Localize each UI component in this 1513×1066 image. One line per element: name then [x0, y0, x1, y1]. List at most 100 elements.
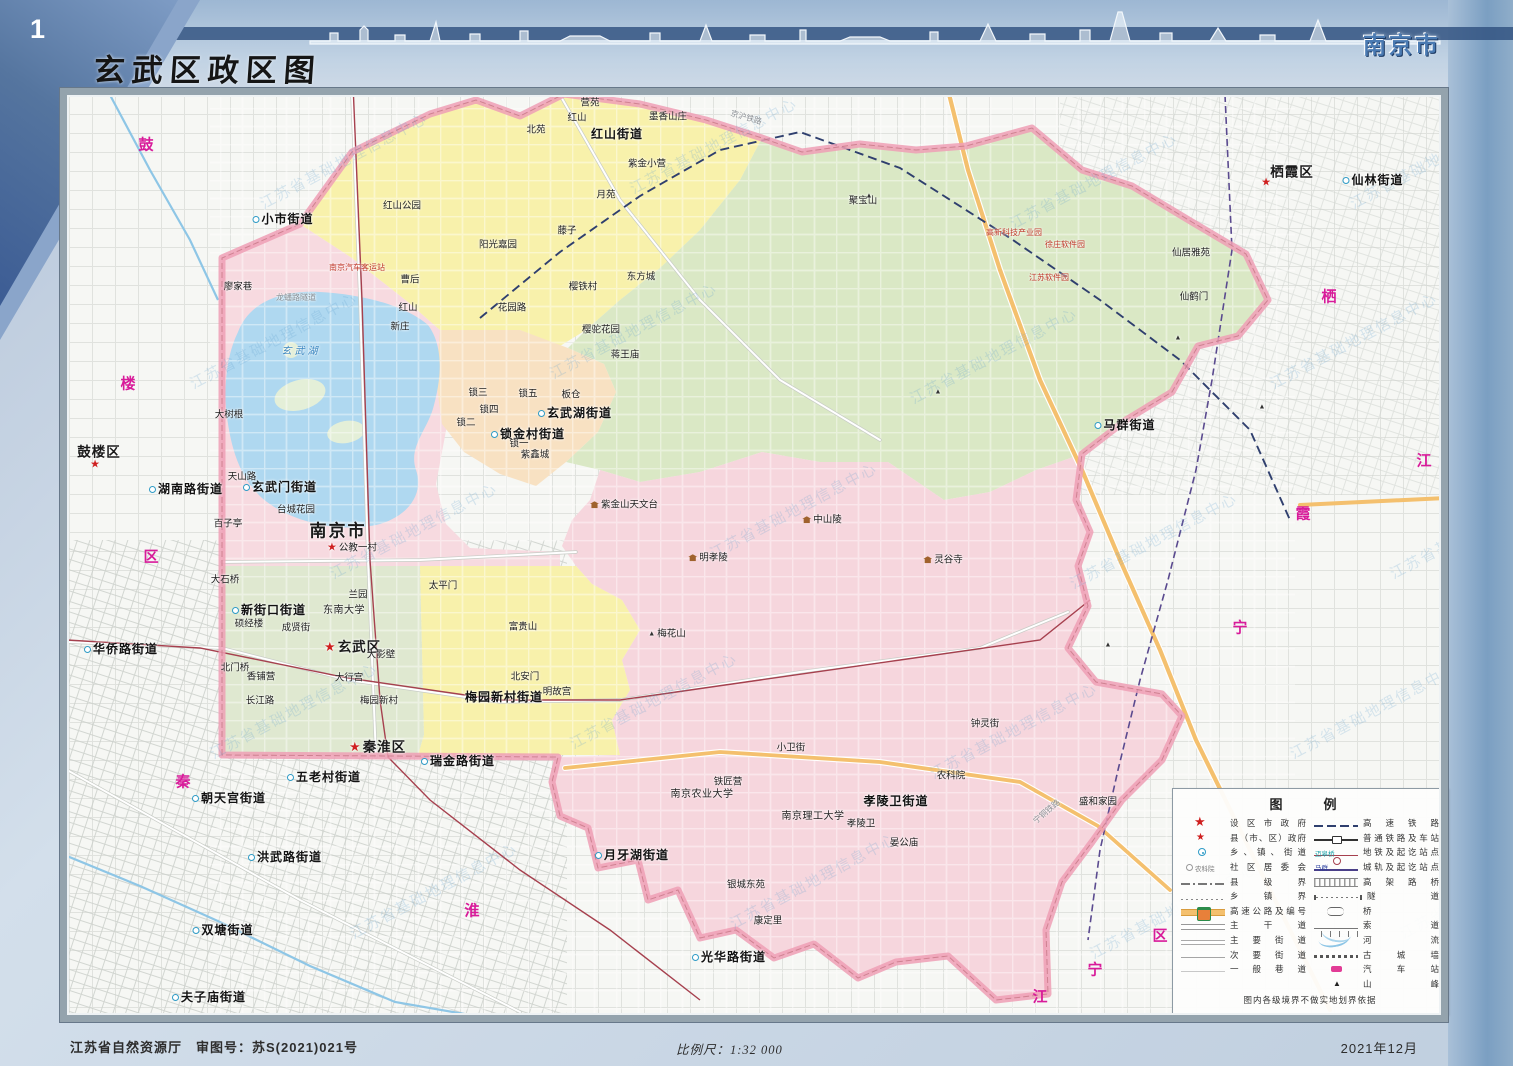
legend-symbol-sec-st: [1181, 957, 1225, 958]
legend-row: 设区市政府: [1181, 816, 1306, 831]
map-label: 徐庄软件园: [1045, 241, 1085, 249]
map-label: 小市街道: [252, 213, 313, 225]
legend-label: 次要街道: [1230, 949, 1306, 961]
map-label: 锁一: [509, 439, 528, 449]
dot-icon: [172, 994, 179, 1001]
legend-symbol-peak: [1314, 978, 1358, 990]
map-label: 夫子庙街道: [172, 991, 246, 1003]
legend-symbol-viaduct: [1314, 878, 1358, 887]
map-label: 马群街道: [1094, 419, 1155, 431]
legend-label: 城轨及起讫站点: [1363, 861, 1439, 873]
dot-icon: [1342, 177, 1349, 184]
legend-symbol-town-dot: [1181, 846, 1225, 858]
map-label: 南京汽车客运站: [329, 264, 385, 272]
legend-column-left: 设区市政府县（市、区）政府乡、镇、街道农科院社区居委会县级界乡镇界高速公路及编号…: [1181, 816, 1306, 991]
legend-row: 河流: [1314, 933, 1439, 948]
legend-symbol-river: [1314, 934, 1358, 946]
map-label: 朝天宫街道: [192, 792, 266, 804]
map-label: 霞: [684, 95, 699, 96]
map-label: 宁: [1087, 963, 1102, 978]
legend-symbol-town-border: [1181, 899, 1225, 900]
legend-symbol-tunnel: [1314, 895, 1362, 900]
map-label: 中山陵: [802, 515, 842, 525]
legend-row: 桥: [1314, 904, 1439, 919]
map-label: 东南大学: [323, 606, 365, 616]
map-label: 孝陵卫: [847, 819, 876, 829]
page: 1 玄武区政区图 南京市: [0, 0, 1513, 1066]
map-label: 区: [1152, 929, 1167, 944]
legend-label: 索道: [1363, 919, 1439, 931]
temple-icon: [923, 556, 932, 563]
map-label: ▲: [1175, 335, 1182, 342]
legend-symbol-metro: 迈皋桥: [1314, 855, 1358, 857]
legend-row: 乡镇界: [1181, 889, 1306, 904]
map-label: 红山公园: [383, 201, 421, 211]
map-label: 紫金山天文台: [590, 500, 658, 510]
footer-publisher: 江苏省自然资源厅 审图号：苏S(2021)021号: [70, 1037, 358, 1056]
map-label: 聚宝山: [849, 196, 878, 206]
page-number: 1: [30, 14, 45, 45]
dot-icon: [192, 927, 199, 934]
map-label: 龙蟠路隧道: [276, 294, 316, 302]
map-label: 钟灵街: [971, 719, 1000, 729]
map-label: 南京市: [310, 523, 367, 540]
map-label: 灵谷寺: [923, 555, 963, 565]
map-label: 月苑: [596, 190, 615, 200]
map-label: 天山路: [228, 472, 257, 482]
legend-row: 主要街道: [1181, 933, 1306, 948]
dot-icon: [595, 852, 602, 859]
map-label: 南京农业大学: [671, 790, 734, 800]
legend-row: 普通铁路及车站: [1314, 831, 1439, 846]
map-label: 五老村街道: [287, 771, 361, 783]
map-label: 大树根: [215, 410, 244, 420]
legend-label: 隧道: [1367, 890, 1439, 902]
dot-icon: [84, 646, 91, 653]
map-label: 硕经楼: [235, 619, 264, 629]
legend-symbol-star-sm: [1181, 832, 1225, 844]
map-label: 锁四: [479, 405, 498, 415]
dot-icon: [192, 795, 199, 802]
map-label: 晏公庙: [890, 838, 919, 848]
legend-symbol-rail: [1314, 839, 1358, 841]
legend-row: 次要街道: [1181, 947, 1306, 962]
legend-row: 高速公路及编号: [1181, 904, 1306, 919]
map-label: ▲: [866, 193, 873, 200]
map-label: 香铺营: [247, 672, 276, 682]
legend-symbol-tram: 马群: [1314, 869, 1358, 871]
right-margin-band: [1448, 0, 1513, 1066]
dot-icon: [248, 854, 255, 861]
map-label: 宁: [1232, 621, 1247, 636]
dot-icon: [243, 484, 250, 491]
legend-row: 乡、镇、街道: [1181, 845, 1306, 860]
map-label: 长江路: [246, 696, 275, 706]
map-label: 梅园新村街道: [465, 691, 543, 703]
map-label: 玄武门街道: [243, 481, 317, 493]
map-label: 淮: [464, 904, 479, 919]
map-label: 霞: [1295, 507, 1310, 522]
footer-date: 2021年12月: [1341, 1038, 1418, 1057]
dot-icon: [149, 486, 156, 493]
map-label: 花园路: [498, 303, 527, 313]
map-label: 仙居雅苑: [1172, 248, 1210, 258]
map-label: 盛和家园: [1079, 797, 1117, 807]
legend-row: 迈皋桥地铁及起讫站点: [1314, 845, 1439, 860]
map-label: 北门桥: [221, 663, 250, 673]
map-label: 银城东苑: [727, 880, 765, 890]
map-label: 明孝陵: [688, 553, 728, 563]
map-label: 瑞金路街道: [421, 755, 495, 767]
map-label: 北安门: [511, 672, 540, 682]
legend-label: 县（市、区）政府: [1230, 832, 1306, 844]
map-label: 华侨路街道: [84, 643, 158, 655]
legend-row: 一般巷道: [1181, 962, 1306, 977]
legend-column-right: 高速铁路普通铁路及车站迈皋桥地铁及起讫站点马群城轨及起讫站点高架路桥隧道桥索道河…: [1314, 816, 1439, 991]
map-label: 北苑: [526, 125, 545, 135]
map-label: 鼓楼区: [77, 445, 121, 459]
map-label: 明故宫: [543, 687, 572, 697]
map-label: 江苏软件园: [1029, 274, 1069, 282]
dot-icon: [287, 774, 294, 781]
dot-icon: [538, 410, 545, 417]
map-label: 楼: [120, 377, 135, 392]
map-label: 铁匠营: [714, 777, 743, 787]
map-label: 农科院: [937, 771, 966, 781]
map-label: 藤子: [557, 226, 576, 236]
